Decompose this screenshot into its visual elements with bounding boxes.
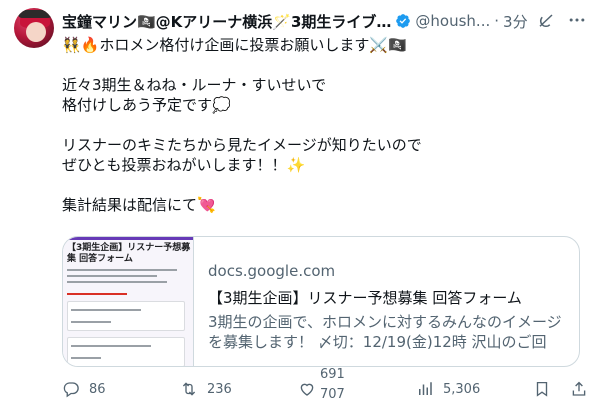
tweet-line-gap [62, 175, 582, 195]
like-count-old: 691 [320, 367, 345, 382]
avatar-hat [18, 10, 52, 18]
thumbnail-line [67, 275, 157, 277]
share-icon [572, 381, 586, 396]
views-icon [419, 382, 432, 395]
thumbnail-line [71, 345, 151, 347]
card-text: docs.google.com 【3期生企画】リスナー予想募集 回答フォーム 3… [194, 237, 579, 366]
avatar-face [26, 22, 46, 42]
card-title: 【3期生企画】リスナー予想募集 回答フォーム [208, 289, 522, 307]
thumbnail-title: 【3期生企画】リスナー予想募集 回答フォーム [67, 243, 191, 264]
card-thumbnail: 【3期生企画】リスナー予想募集 回答フォーム [63, 237, 194, 366]
bookmark-button[interactable] [533, 378, 551, 400]
tweet-text: 👯🔥ホロメン格付け企画に投票お願いします⚔️🏴‍☠️ 近々3期生＆ねね・ルーナ・… [62, 35, 582, 215]
thumbnail-line [71, 309, 141, 311]
avatar[interactable] [14, 8, 54, 48]
tweet-line: ぜひとも投票おねがいします！！✨ [62, 156, 306, 174]
repost-icon [182, 382, 196, 396]
thumbnail-line [67, 269, 177, 271]
bookmark-icon [536, 381, 548, 397]
link-card[interactable]: 【3期生企画】リスナー予想募集 回答フォーム docs.google.com 【… [62, 236, 580, 367]
like-icon [300, 383, 314, 396]
verified-badge-icon [395, 13, 411, 29]
author-handle[interactable]: @housh... [415, 12, 490, 30]
thumbnail-line [67, 281, 167, 283]
reply-icon [63, 382, 79, 398]
tweet-line: 👯🔥ホロメン格付け企画に投票お願いします⚔️🏴‍☠️ [62, 36, 407, 54]
form-header-bar [63, 237, 193, 240]
tweet-header: 宝鐘マリン🏴‍☠️@Kアリーナ横浜🪄3期生ライブ… @housh... · 3分 [62, 9, 592, 33]
grok-icon[interactable] [537, 12, 555, 30]
thumbnail-field [67, 301, 185, 331]
tweet-line: 近々3期生＆ねね・ルーナ・すいせいで [62, 76, 327, 94]
tweet-line: 格付けしあう予定です💭 [62, 96, 231, 114]
thumbnail-line [71, 357, 101, 359]
thumbnail-field [67, 337, 185, 366]
tweet-line: リスナーのキミたちから見たイメージが知りたいので [62, 136, 422, 154]
action-bar: 86 236 691 707 5,306 [62, 368, 592, 404]
card-domain: docs.google.com [208, 262, 336, 280]
like-count-new: 707 [320, 387, 345, 402]
card-description: 3期生の企画で、ホロメンに対するみんなのイメージを募集します！ 〆切：12/19… [208, 313, 562, 351]
tweet-line-gap [62, 115, 582, 135]
views-button[interactable]: 5,306 [416, 378, 480, 400]
thumbnail-required-note [67, 293, 127, 295]
reply-count: 86 [89, 381, 106, 397]
like-button[interactable] [298, 378, 316, 400]
tweet-line: 集計結果は配信にて💘 [62, 196, 216, 214]
views-count: 5,306 [443, 381, 481, 397]
tweet-line-gap [62, 55, 582, 75]
repost-button[interactable]: 236 [180, 378, 232, 400]
thumbnail-line [71, 321, 111, 323]
author-name[interactable]: 宝鐘マリン🏴‍☠️@Kアリーナ横浜🪄3期生ライブ… [62, 11, 391, 32]
tweet-time[interactable]: 3分 [503, 11, 528, 32]
more-icon[interactable] [567, 10, 587, 30]
reply-button[interactable]: 86 [62, 378, 106, 400]
share-button[interactable] [570, 378, 588, 400]
repost-count: 236 [207, 381, 232, 397]
separator-dot: · [494, 12, 500, 30]
